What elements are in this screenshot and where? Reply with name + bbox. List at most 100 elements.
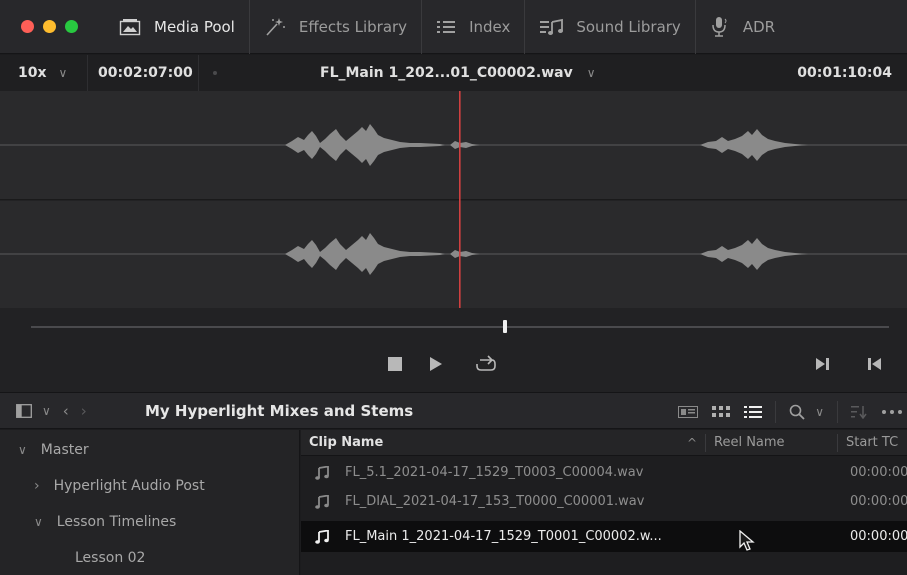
sidebar-toggle-icon [16, 403, 32, 418]
waveform-channel-2-segment-a [285, 233, 445, 275]
bin-item-master[interactable]: ∨ Master [18, 439, 89, 461]
tab-effects-library-label: Effects Library [298, 17, 408, 36]
clip-row[interactable]: FL_DIAL_2021-04-17_153_T0000_C00001.wav … [301, 487, 907, 516]
media-pool-header: ∨ ‹ › My Hyperlight Mixes and Stems ∨ [0, 392, 907, 429]
search-button[interactable]: ∨ [782, 393, 831, 430]
back-button[interactable]: ‹ [63, 402, 69, 420]
sort-button[interactable] [844, 393, 874, 430]
playhead-timecode-value: 00:01:10:04 [797, 65, 892, 81]
waveform-channel-1-segment-a [285, 124, 445, 166]
chevron-down-icon: ∨ [18, 443, 27, 457]
bin-item-lesson-timelines[interactable]: ∨ Lesson Timelines [34, 511, 176, 533]
column-header-start-tc[interactable]: Start TC [838, 435, 898, 450]
search-icon [789, 404, 805, 420]
transport-bar [0, 308, 907, 392]
thumbnail-grid-icon [712, 405, 731, 417]
forward-button[interactable]: › [81, 402, 87, 420]
viewer-header: 10x ∨ 00:02:07:00 FL_Main 1_202...01_C00… [0, 55, 907, 91]
chevron-down-icon: ∨ [586, 66, 596, 80]
chevron-down-icon: ∨ [58, 66, 68, 80]
play-icon [430, 357, 442, 371]
waveform-channel-1-segment-c [700, 129, 808, 161]
loop-icon [476, 355, 496, 371]
music-note-icon [301, 465, 345, 480]
waveform-channel-2-segment-c [700, 238, 808, 270]
playhead-line [459, 91, 461, 308]
tab-index-label: Index [469, 17, 511, 36]
media-pool-view-controls: ∨ [671, 393, 907, 430]
clip-selector[interactable]: FL_Main 1_202...01_C00002.wav ∨ [320, 55, 596, 91]
status-dot-icon [213, 71, 217, 75]
panel-toolbar: Media Pool Effects Library Index Sound L… [0, 0, 907, 54]
next-clip-button[interactable] [811, 352, 835, 376]
clip-start-tc: 00:00:00 [850, 529, 907, 544]
stop-icon [388, 357, 402, 371]
tab-effects-library[interactable]: Effects Library [250, 0, 423, 54]
clip-list-header: Clip Name ^ Reel Name Start TC [301, 430, 907, 456]
toolbar-divider [775, 400, 777, 423]
clip-row-selected[interactable]: FL_Main 1_2021-04-17_1529_T0001_C00002.w… [301, 521, 907, 552]
list-view-button[interactable] [737, 393, 769, 430]
clip-name: FL_Main 1_2021-04-17_1529_T0001_C00002.w… [345, 529, 662, 544]
stop-button[interactable] [383, 352, 407, 376]
play-button[interactable] [424, 352, 448, 376]
clip-row[interactable]: FL_5.1_2021-04-17_1529_T0003_C00004.wav … [301, 458, 907, 487]
zoom-value: 10x [18, 65, 47, 81]
bin-item-hyperlight-audio-post[interactable]: › Hyperlight Audio Post [34, 475, 205, 497]
clip-list: Clip Name ^ Reel Name Start TC FL_5.1_20… [301, 430, 907, 575]
chevron-down-icon: ∨ [42, 403, 51, 418]
magic-wand-icon [264, 17, 286, 37]
minimize-window-button[interactable] [43, 20, 56, 33]
music-note-icon [301, 494, 345, 509]
sound-library-icon [539, 18, 564, 36]
tab-media-pool-label: Media Pool [154, 17, 235, 36]
tab-adr-label: ADR [742, 17, 776, 36]
zoom-dropdown[interactable]: 10x ∨ [0, 65, 87, 81]
previous-clip-icon [868, 358, 881, 370]
clip-title: FL_Main 1_202...01_C00002.wav [320, 65, 573, 81]
thumbnail-view-button[interactable] [705, 393, 737, 430]
bin-list: ∨ Master › Hyperlight Audio Post ∨ Lesso… [0, 430, 300, 575]
column-header-clip-name[interactable]: Clip Name ^ [301, 433, 706, 452]
sort-icon [851, 405, 867, 419]
microphone-icon [710, 16, 730, 38]
previous-clip-button[interactable] [862, 352, 886, 376]
list-view-icon [744, 405, 763, 418]
toggle-bins-button[interactable]: ∨ [16, 404, 51, 418]
chevron-right-icon: › [34, 478, 40, 494]
metadata-view-button[interactable] [671, 393, 705, 430]
music-note-icon [301, 529, 345, 544]
scrub-handle[interactable] [503, 320, 507, 333]
chevron-down-icon: ∨ [815, 404, 824, 419]
more-options-button[interactable] [874, 393, 907, 430]
tab-sound-library-label: Sound Library [576, 17, 681, 36]
close-window-button[interactable] [21, 20, 34, 33]
zoom-window-button[interactable] [65, 20, 78, 33]
waveform-viewer[interactable] [0, 91, 907, 308]
tab-index[interactable]: Index [422, 0, 526, 54]
duration-timecode: 00:02:07:00 [87, 55, 199, 91]
media-pool-nav: ∨ ‹ › [0, 402, 145, 420]
bin-label: Hyperlight Audio Post [53, 478, 205, 494]
chevron-down-icon: ∨ [34, 515, 43, 529]
scrub-bar[interactable] [31, 326, 889, 328]
current-bin-title: My Hyperlight Mixes and Stems [145, 401, 414, 420]
tab-sound-library[interactable]: Sound Library [525, 0, 696, 54]
tab-media-pool[interactable]: Media Pool [105, 0, 250, 54]
column-header-reel-name[interactable]: Reel Name [706, 433, 838, 452]
clip-start-tc: 00:00:00 [850, 465, 907, 480]
tab-adr[interactable]: ADR [696, 0, 789, 54]
bin-item-lesson-02[interactable]: Lesson 02 [75, 547, 145, 569]
next-clip-icon [816, 358, 829, 370]
list-icon [436, 19, 456, 35]
waveform-channel-1-segment-b [450, 141, 480, 149]
bin-label: Lesson Timelines [56, 514, 177, 530]
waveform-channel-2-segment-b [450, 250, 480, 258]
clip-start-tc: 00:00:00 [850, 494, 907, 509]
loop-button[interactable] [474, 352, 498, 376]
media-pool-icon [119, 18, 141, 36]
duration-timecode-value: 00:02:07:00 [98, 65, 193, 81]
sort-ascending-icon: ^ [686, 435, 697, 450]
metadata-view-icon [678, 405, 699, 418]
playhead-timecode: 00:01:10:04 [797, 55, 892, 91]
